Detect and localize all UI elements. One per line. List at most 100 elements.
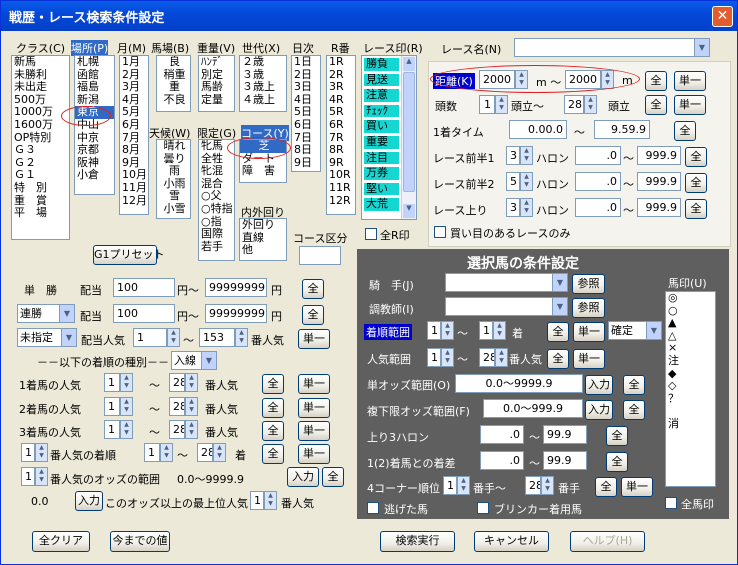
runners-single-button[interactable]: 単一 [674, 95, 706, 115]
runners-all-button[interactable]: 全 [645, 95, 667, 115]
list-item[interactable]: 12月 [120, 194, 148, 208]
list-item[interactable]: ﾁｪｯｸ [364, 104, 399, 118]
ninki-from-spinner[interactable]: ▲ ▼ [167, 328, 180, 347]
last-furlong-input[interactable]: 3 [506, 198, 520, 217]
rank-single-button[interactable]: 単一 [298, 444, 330, 464]
list-item[interactable]: 6月 [120, 118, 148, 132]
spinner[interactable]: ▲ ▼ [264, 491, 277, 510]
second-ninki-single-button[interactable]: 単一 [298, 398, 330, 418]
list-item[interactable]: 雨 [157, 165, 190, 178]
list-item[interactable]: 6R [327, 118, 355, 132]
list-item[interactable]: Ｇ３ [12, 144, 69, 157]
race-name-dropdown[interactable]: ▼ [514, 38, 710, 57]
margin-from[interactable]: .0 [480, 451, 524, 470]
list-item[interactable]: ▲ [666, 317, 715, 330]
list-item[interactable]: 1600万 [12, 118, 69, 132]
chaku-single-button[interactable]: 単一 [573, 322, 605, 342]
third-ninki-from[interactable]: 1 [104, 420, 120, 439]
third-ninki-single-button[interactable]: 単一 [298, 421, 330, 441]
spinner[interactable]: ▲ ▼ [493, 321, 506, 340]
list-item[interactable]: 11月 [120, 181, 148, 195]
blinker-checkbox[interactable] [477, 502, 489, 514]
second-ninki-from[interactable]: 1 [104, 397, 120, 416]
g1-preset-button[interactable]: G1プリセット [93, 245, 165, 265]
list-item[interactable]: ３歳上 [240, 81, 286, 94]
list-item[interactable]: 8R [327, 144, 355, 157]
list-item[interactable]: 若手 [199, 240, 234, 254]
list-item[interactable]: 重 [157, 81, 190, 94]
confirm-dropdown[interactable]: 確定 ▼ [608, 321, 662, 340]
ninki-single-button[interactable]: 単一 [298, 329, 330, 349]
scroll-up-icon[interactable]: ▲ [403, 57, 415, 71]
course-kubun-field[interactable] [299, 246, 341, 265]
rempuku-all-button[interactable]: 全 [302, 305, 324, 325]
spinner[interactable]: ▲ ▼ [185, 373, 198, 392]
jockey-ref-button[interactable]: 参照 [572, 274, 605, 294]
spinner[interactable]: ▲ ▼ [160, 443, 173, 462]
list-item[interactable]: 特 別 [12, 181, 69, 195]
last3f-to[interactable]: 99.9 [543, 425, 587, 444]
spinner[interactable]: ▲ ▼ [441, 348, 454, 367]
corner4-all-button[interactable]: 全 [595, 477, 617, 497]
chaku-to-input[interactable]: 1 [479, 321, 493, 340]
fuku-odds-value[interactable]: 0.0～999.9 [483, 399, 583, 418]
list-item[interactable]: 札幌 [75, 56, 114, 69]
weather-list[interactable]: 晴れ 曇り 雨 小雨 雪 小雪 [156, 139, 191, 219]
spinner[interactable]: ▲ ▼ [35, 443, 48, 462]
race-number-list[interactable]: 1R 2R 3R 4R 5R 6R 7R 8R 9R 10R 11R 12R [326, 55, 356, 215]
spinner[interactable]: ▲ ▼ [541, 476, 554, 495]
list-item[interactable]: 良 [157, 56, 190, 69]
list-item[interactable]: 不良 [157, 93, 190, 107]
scroll-down-icon[interactable]: ▼ [403, 204, 415, 218]
spinner[interactable]: ▲ ▼ [35, 467, 48, 486]
last3f-all-button[interactable]: 全 [606, 426, 628, 446]
tansho-all-button[interactable]: 全 [302, 279, 324, 299]
win-time-from-input[interactable]: 0.00.0 [509, 120, 567, 139]
rank-ninki-input[interactable]: 1 [21, 443, 35, 462]
list-item[interactable]: 未出走 [12, 81, 69, 94]
first-half1-spinner[interactable]: ▲ ▼ [520, 146, 533, 165]
month-list[interactable]: 1月 2月 3月 4月 5月 6月 7月 8月 9月 10月 11月 12月 [119, 55, 149, 215]
bet-type-dropdown[interactable]: 連勝 ▼ [17, 304, 75, 323]
spinner[interactable]: ▲ ▼ [441, 321, 454, 340]
first-ninki-all-button[interactable]: 全 [262, 374, 284, 394]
list-item[interactable]: 3R [327, 81, 355, 94]
first-half1-all-button[interactable]: 全 [685, 147, 707, 167]
list-item[interactable]: ２歳 [240, 56, 286, 69]
list-item[interactable]: 万券 [364, 167, 399, 180]
first-half1-from[interactable]: .0 [575, 146, 621, 165]
list-item[interactable]: 勝負 [364, 57, 399, 71]
list-item[interactable]: 6日 [292, 118, 320, 132]
spinner[interactable]: ▲ ▼ [120, 420, 133, 439]
list-item[interactable]: 小倉 [75, 169, 114, 182]
list-item[interactable]: 晴れ [157, 140, 190, 153]
previous-values-button[interactable]: 今までの値 [110, 531, 170, 552]
list-item[interactable]: 小雪 [157, 202, 190, 216]
list-item[interactable]: 買い [364, 120, 399, 133]
last-furlong-spinner[interactable]: ▲ ▼ [520, 198, 533, 217]
runners-from-input[interactable]: 1 [479, 95, 495, 114]
horse-mark-list[interactable]: ◎ ○ ▲ △ × 注 ◆ ◇ ？ 消 [665, 291, 716, 487]
list-item[interactable]: ◇ [666, 380, 715, 393]
first-half2-spinner[interactable]: ▲ ▼ [520, 172, 533, 191]
win-time-all-button[interactable]: 全 [674, 121, 696, 141]
all-r-mark-checkbox[interactable] [365, 228, 377, 240]
list-item[interactable]: 外回り [240, 219, 286, 232]
min-odds-input-button[interactable]: 入力 [75, 491, 103, 511]
min-ninki-input[interactable]: 1 [250, 491, 264, 510]
trainer-ref-button[interactable]: 参照 [572, 298, 605, 318]
first-half1-input[interactable]: 3 [506, 146, 520, 165]
list-item[interactable]: 堅い [364, 182, 399, 196]
corner4-single-button[interactable]: 単一 [621, 477, 653, 497]
second-ninki-to[interactable]: 28 [169, 397, 185, 416]
list-item[interactable]: 1日 [292, 56, 320, 69]
chaku-from-input[interactable]: 1 [427, 321, 441, 340]
odds-range-input[interactable]: 1 [21, 467, 35, 486]
ninki-to-spinner[interactable]: ▲ ▼ [235, 328, 248, 347]
rempuku-to-input[interactable]: 99999999 [205, 304, 267, 323]
jockey-dropdown[interactable]: ▼ [445, 273, 568, 292]
odds-all-button[interactable]: 全 [322, 467, 344, 487]
list-item[interactable]: ﾊﾝﾃﾞ [199, 56, 234, 69]
all-horse-mark-checkbox[interactable] [665, 497, 677, 509]
first-half1-to[interactable]: 999.9 [637, 146, 681, 165]
